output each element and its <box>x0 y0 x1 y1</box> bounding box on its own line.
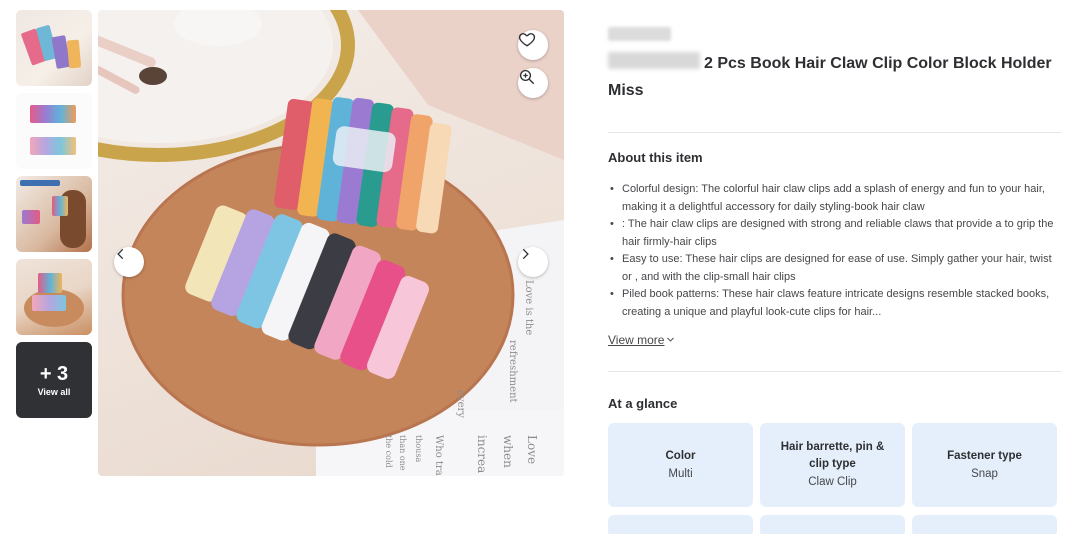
glance-card-clip-type: Hair barrette, pin & clip type Claw Clip <box>760 423 905 507</box>
chevron-down-icon <box>666 335 675 347</box>
packaging-text-9: than one <box>398 435 407 471</box>
glance-card-partial <box>608 515 753 534</box>
glance-card-partial <box>760 515 905 534</box>
about-item-heading: About this item <box>608 150 703 165</box>
thumbnail-2[interactable] <box>16 93 92 169</box>
more-images-count: + 3 <box>39 363 69 385</box>
glance-card-value: Multi <box>668 467 693 480</box>
view-more-label: View more <box>608 333 665 347</box>
brand-name-redacted <box>608 27 671 41</box>
thumbnail-list: + 3 View all <box>16 10 92 425</box>
packaging-text-7: Who tra <box>433 435 444 476</box>
view-more-link[interactable]: View more <box>608 333 675 347</box>
thumbnail-1[interactable] <box>16 10 92 86</box>
list-item: : The hair claw clips are designed with … <box>608 216 1058 251</box>
packaging-text-10: the cold <box>384 435 393 468</box>
divider <box>608 371 1062 372</box>
glance-card-key: Hair barrette, pin & clip type <box>780 441 885 470</box>
glance-card-partial <box>912 515 1057 534</box>
packaging-text-8: thousa <box>414 435 423 462</box>
divider <box>608 132 1062 133</box>
glance-card-key: Fastener type <box>947 449 1022 462</box>
glance-card-color: Color Multi <box>608 423 753 507</box>
packaging-text-2: refreshment <box>507 340 518 403</box>
list-item: Colorful design: The colorful hair claw … <box>608 181 1058 216</box>
glance-card-fastener-type: Fastener type Snap <box>912 423 1057 507</box>
glance-card-value: Snap <box>971 467 998 480</box>
thumbnail-4[interactable] <box>16 259 92 335</box>
product-photo-illustration: Love is the refreshment every Love when … <box>98 10 564 476</box>
thumbnail-3[interactable] <box>16 176 92 252</box>
packaging-text-3: every <box>455 390 466 418</box>
zoom-button[interactable] <box>518 68 548 98</box>
main-product-image[interactable]: Love is the refreshment every Love when … <box>98 10 564 476</box>
wishlist-button[interactable] <box>518 30 548 60</box>
packaging-text-1: Love is the <box>523 280 534 335</box>
view-all-thumbnail[interactable]: + 3 View all <box>16 342 92 418</box>
packaging-text-6: increa <box>475 435 489 473</box>
glance-card-key: Color <box>665 449 696 462</box>
packaging-text-4: Love <box>525 435 539 464</box>
at-a-glance-heading: At a glance <box>608 396 678 411</box>
list-item: Easy to use: These hair clips are design… <box>608 251 1058 286</box>
view-all-label: View all <box>37 387 71 397</box>
product-title: 2 Pcs Book Hair Claw Clip Color Block Ho… <box>608 55 1052 99</box>
next-image-button[interactable] <box>518 247 548 277</box>
previous-image-button[interactable] <box>114 247 144 277</box>
about-item-list: Colorful design: The colorful hair claw … <box>608 181 1058 321</box>
list-item: Piled book patterns: These hair claws fe… <box>608 286 1058 321</box>
glance-card-value: Claw Clip <box>808 476 857 488</box>
packaging-text-5: when <box>501 435 515 468</box>
